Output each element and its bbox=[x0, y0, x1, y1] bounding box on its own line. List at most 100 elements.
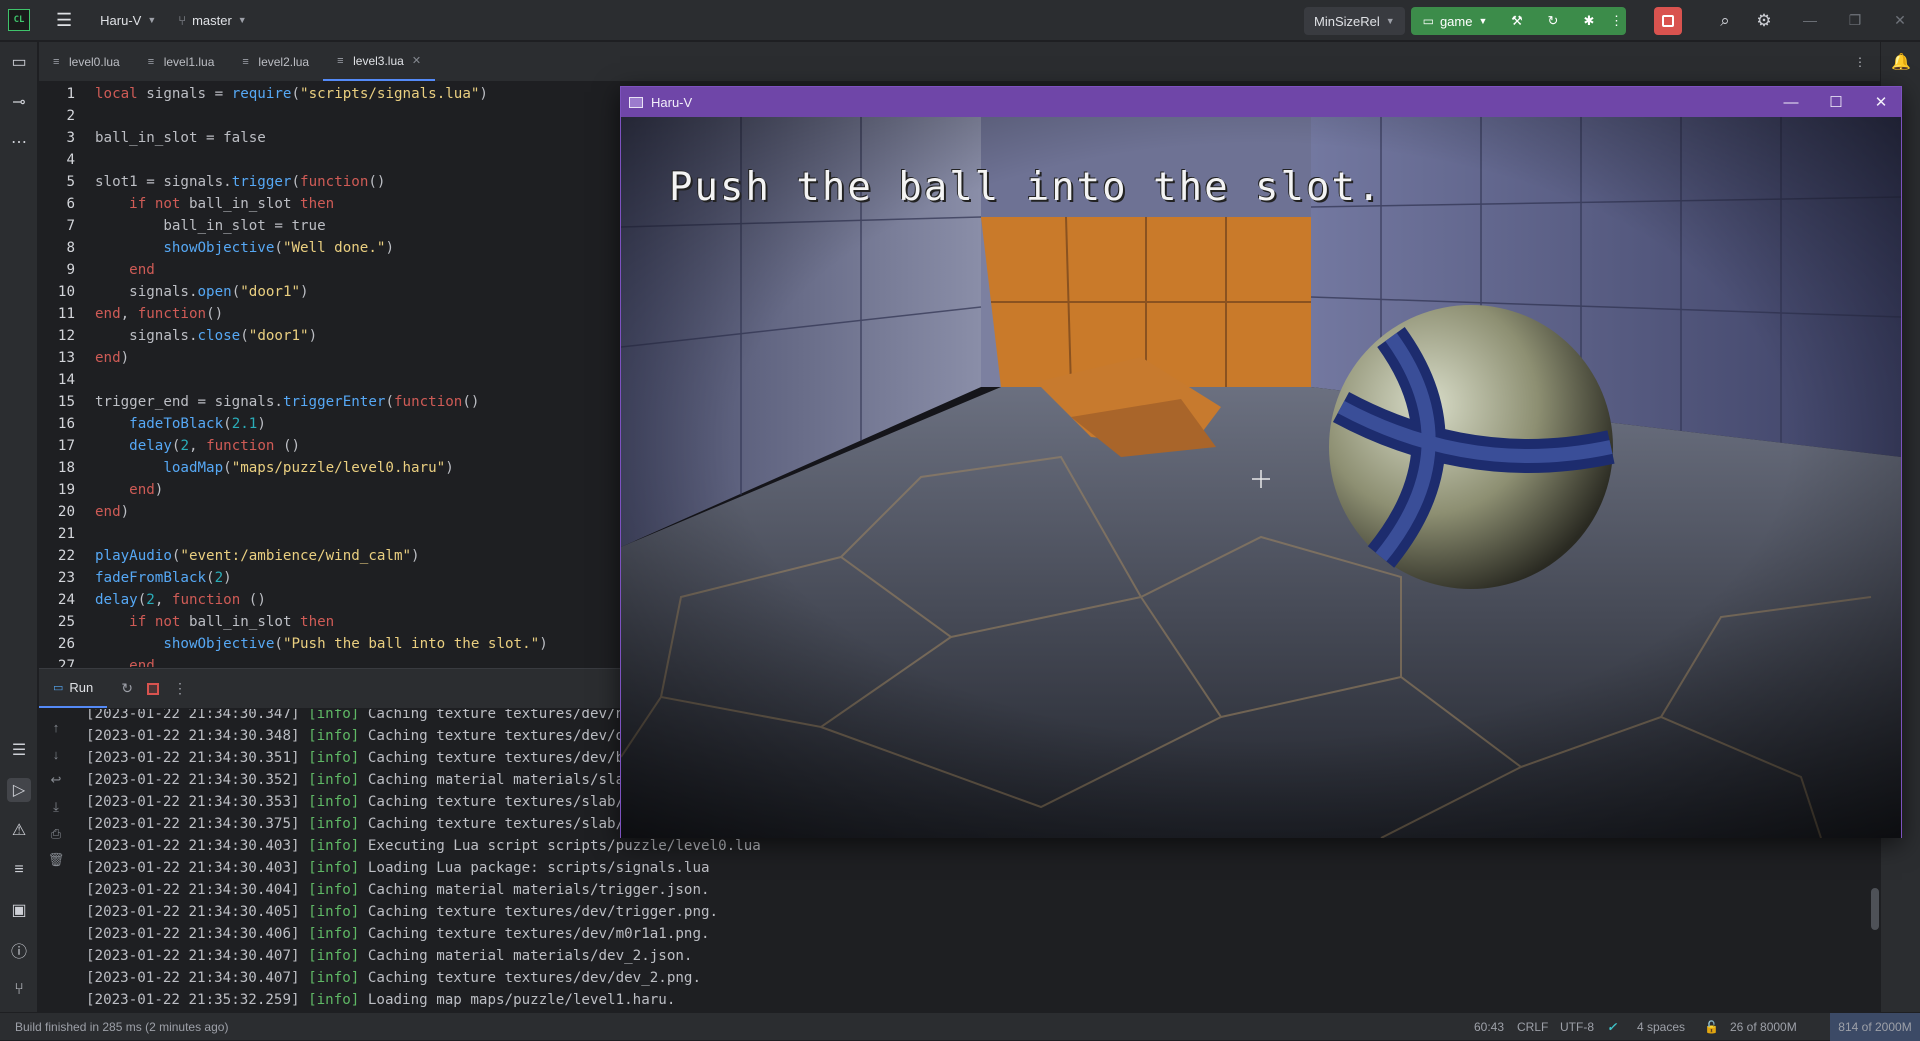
more-vertical-icon[interactable]: ⋮ bbox=[173, 680, 187, 697]
todo-tool-button[interactable]: ≡ bbox=[7, 858, 31, 882]
code-line[interactable]: showObjective("Push the ball into the sl… bbox=[95, 633, 547, 655]
game-window[interactable]: Haru-V — ☐ ✕ Push the ball into the slot… bbox=[620, 86, 1902, 838]
project-tool-button[interactable]: ▭ bbox=[7, 50, 31, 74]
tab-level3[interactable]: ≡ level3.lua ✕ bbox=[323, 42, 436, 81]
file-icon: ≡ bbox=[242, 55, 249, 68]
notifications-button[interactable]: 🔔 bbox=[1889, 50, 1913, 74]
close-window-button[interactable]: ✕ bbox=[1890, 10, 1910, 30]
run-icon: ▷ bbox=[12, 782, 26, 799]
line-number: 24 bbox=[57, 592, 75, 608]
commit-icon: ⊸ bbox=[12, 94, 26, 111]
game-window-titlebar[interactable]: Haru-V — ☐ ✕ bbox=[621, 87, 1901, 117]
run-toolbar: ▭ game ▼ ⚒ ↻ ✱ ⋮ bbox=[1411, 7, 1626, 35]
problems-view-button[interactable]: ⓘ bbox=[7, 938, 31, 962]
branch-selector[interactable]: ⑂ master ▼ bbox=[170, 0, 254, 40]
memory-indicator[interactable]: 814 of 2000M bbox=[1830, 1013, 1920, 1041]
line-number: 8 bbox=[66, 240, 75, 256]
run-more-button[interactable]: ⋮ bbox=[1607, 7, 1626, 35]
game-scene bbox=[621, 117, 1901, 838]
code-line[interactable]: end) bbox=[95, 479, 163, 501]
code-line[interactable]: local signals = require("scripts/signals… bbox=[95, 83, 488, 105]
terminal-icon: ▣ bbox=[11, 902, 27, 919]
line-number: 10 bbox=[57, 284, 75, 300]
code-line[interactable]: playAudio("event:/ambience/wind_calm") bbox=[95, 545, 420, 567]
build-button[interactable]: ⚒ bbox=[1499, 7, 1535, 35]
run-target-selector[interactable]: ▭ game ▼ bbox=[1411, 7, 1499, 35]
code-line[interactable]: slot1 = signals.trigger(function() bbox=[95, 171, 385, 193]
code-line[interactable]: end) bbox=[95, 501, 129, 523]
status-bar: Build finished in 285 ms (2 minutes ago)… bbox=[0, 1012, 1920, 1041]
run-tab[interactable]: ▭ Run bbox=[39, 669, 108, 708]
stop-run-icon[interactable] bbox=[147, 682, 159, 695]
run-tab-label: Run bbox=[69, 680, 94, 695]
search-button[interactable]: ⌕ bbox=[1713, 9, 1737, 33]
app-logo: CL bbox=[8, 9, 30, 31]
scroll-up-icon[interactable]: ↑ bbox=[48, 719, 64, 735]
code-line[interactable]: showObjective("Well done.") bbox=[95, 237, 394, 259]
code-line[interactable]: ball_in_slot = false bbox=[95, 127, 266, 149]
git-tool-button[interactable]: ⑂ bbox=[7, 978, 31, 1002]
code-line[interactable]: if not ball_in_slot then bbox=[95, 193, 334, 215]
code-line[interactable]: fadeFromBlack(2) bbox=[95, 567, 232, 589]
game-maximize-button[interactable]: ☐ bbox=[1814, 87, 1858, 117]
code-line[interactable]: end bbox=[95, 655, 155, 667]
scroll-to-end-icon[interactable]: ⤓ bbox=[48, 799, 64, 815]
code-line[interactable]: signals.open("door1") bbox=[95, 281, 308, 303]
code-line[interactable]: delay(2, function () bbox=[95, 435, 300, 457]
build-status[interactable]: Build finished in 285 ms (2 minutes ago) bbox=[15, 1013, 228, 1041]
line-number: 26 bbox=[57, 636, 75, 652]
more-vertical-icon: ⋮ bbox=[1610, 13, 1623, 28]
settings-button[interactable]: ⚙ bbox=[1752, 9, 1776, 33]
lock-icon[interactable]: 🔓 bbox=[1704, 1013, 1719, 1041]
tab-level1[interactable]: ≡ level1.lua bbox=[134, 42, 229, 81]
project-selector[interactable]: Haru-V ▼ bbox=[92, 0, 164, 40]
line-number: 22 bbox=[57, 548, 75, 564]
more-tools-button[interactable]: ⋯ bbox=[7, 130, 31, 154]
problems-tool-button[interactable]: ⚠ bbox=[7, 818, 31, 842]
soft-wrap-icon[interactable]: ↩ bbox=[48, 772, 64, 788]
game-close-button[interactable]: ✕ bbox=[1859, 87, 1903, 117]
structure-tool-button[interactable]: ☰ bbox=[7, 738, 31, 762]
trash-icon[interactable]: 🗑 bbox=[48, 852, 65, 868]
file-icon: ≡ bbox=[53, 55, 60, 68]
close-tab-icon[interactable]: ✕ bbox=[412, 54, 421, 67]
search-icon: ⌕ bbox=[1720, 11, 1730, 30]
minimize-button[interactable]: — bbox=[1800, 10, 1820, 30]
print-icon[interactable]: ⎙ bbox=[48, 826, 64, 842]
debug-bug-icon: ✱ bbox=[1583, 13, 1595, 28]
project-name: Haru-V bbox=[100, 12, 142, 28]
console-scrollbar[interactable] bbox=[1871, 888, 1879, 930]
debug-button[interactable]: ✱ bbox=[1571, 7, 1607, 35]
rerun-icon[interactable]: ↻ bbox=[121, 680, 133, 697]
stop-button[interactable] bbox=[1654, 7, 1682, 35]
terminal-tool-button[interactable]: ▣ bbox=[7, 898, 31, 922]
run-tool-button[interactable]: ▷ bbox=[7, 778, 31, 802]
indent-setting[interactable]: 4 spaces bbox=[1637, 1013, 1685, 1041]
code-line[interactable]: end, function() bbox=[95, 303, 223, 325]
tabs-more-button[interactable]: ⋮ bbox=[1840, 42, 1880, 81]
caret-position[interactable]: 60:43 bbox=[1474, 1013, 1504, 1041]
code-line[interactable]: ball_in_slot = true bbox=[95, 215, 325, 237]
commit-tool-button[interactable]: ⊸ bbox=[7, 90, 31, 114]
code-line[interactable]: end) bbox=[95, 347, 129, 369]
scroll-down-icon[interactable]: ↓ bbox=[48, 746, 64, 762]
tab-level2[interactable]: ≡ level2.lua bbox=[228, 42, 323, 81]
code-line[interactable]: end bbox=[95, 259, 155, 281]
code-line[interactable]: fadeToBlack(2.1) bbox=[95, 413, 266, 435]
code-line[interactable]: loadMap("maps/puzzle/level0.haru") bbox=[95, 457, 453, 479]
file-encoding[interactable]: UTF-8 bbox=[1560, 1013, 1594, 1041]
checkmark-icon[interactable]: ✓ bbox=[1607, 1013, 1617, 1041]
main-menu-button[interactable]: ☰ bbox=[48, 0, 80, 40]
rerun-button[interactable]: ↻ bbox=[1535, 7, 1571, 35]
line-number: 23 bbox=[57, 570, 75, 586]
code-line[interactable]: signals.close("door1") bbox=[95, 325, 317, 347]
build-config-selector[interactable]: MinSizeRel ▼ bbox=[1304, 7, 1405, 35]
game-minimize-button[interactable]: — bbox=[1769, 87, 1813, 117]
restore-button[interactable]: ❐ bbox=[1845, 10, 1865, 30]
game-viewport[interactable]: Push the ball into the slot. bbox=[621, 117, 1901, 838]
code-line[interactable]: if not ball_in_slot then bbox=[95, 611, 334, 633]
tab-level0[interactable]: ≡ level0.lua bbox=[39, 42, 134, 81]
line-separator[interactable]: CRLF bbox=[1517, 1013, 1548, 1041]
code-line[interactable]: delay(2, function () bbox=[95, 589, 266, 611]
code-line[interactable]: trigger_end = signals.triggerEnter(funct… bbox=[95, 391, 479, 413]
